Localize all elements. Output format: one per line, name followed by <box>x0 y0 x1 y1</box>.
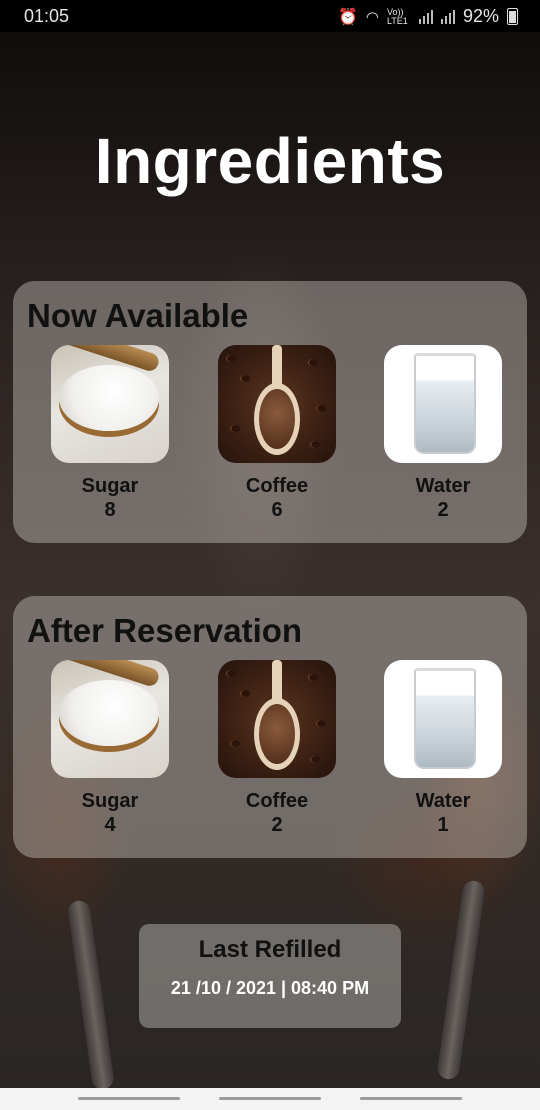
now-available-panel: Now Available Sugar 8 Coffee 6 Water 2 <box>13 281 527 543</box>
water-image <box>384 345 502 463</box>
page-title: Ingredients <box>94 125 446 197</box>
ingredient-coffee[interactable]: Coffee 6 <box>218 345 336 522</box>
ingredient-label: Sugar <box>81 790 139 812</box>
water-image <box>384 660 502 778</box>
ingredient-label: Water <box>415 475 471 497</box>
recent-apps-button[interactable] <box>78 1097 180 1100</box>
ingredient-count: 4 <box>104 814 116 836</box>
status-bar: 01:05 ⏰ ◠ Vo)) LTE1 92% <box>0 0 540 32</box>
last-refilled-title: Last Refilled <box>198 936 342 963</box>
sugar-image <box>51 660 169 778</box>
ingredient-label: Water <box>415 790 471 812</box>
signal-icon <box>418 9 433 24</box>
lte-label: Vo)) LTE1 <box>386 6 408 26</box>
home-button[interactable] <box>219 1097 321 1100</box>
battery-icon <box>507 8 518 25</box>
panel-title: After Reservation <box>27 612 303 649</box>
ingredient-label: Coffee <box>245 475 309 497</box>
ingredient-count: 6 <box>271 499 283 521</box>
coffee-image <box>218 345 336 463</box>
status-time: 01:05 <box>24 6 70 26</box>
ingredient-count: 2 <box>437 499 449 521</box>
ingredient-sugar[interactable]: Sugar 8 <box>51 345 169 522</box>
last-refilled-date: 21 /10 / 2021 | 08:40 PM <box>170 978 370 998</box>
ingredient-label: Coffee <box>245 790 309 812</box>
panel-title: Now Available <box>27 297 249 334</box>
ingredient-coffee[interactable]: Coffee 2 <box>218 660 336 837</box>
after-reservation-panel: After Reservation Sugar 4 Coffee 2 Water… <box>13 596 527 858</box>
ingredient-sugar[interactable]: Sugar 4 <box>51 660 169 837</box>
alarm-icon: ⏰ <box>337 8 358 26</box>
ingredient-water[interactable]: Water 2 <box>384 345 502 522</box>
wifi-icon: ◠ <box>365 8 379 26</box>
ingredient-count: 1 <box>437 814 449 836</box>
ingredient-count: 8 <box>104 499 116 521</box>
ingredient-count: 2 <box>271 814 283 836</box>
battery-percent: 92% <box>462 6 499 26</box>
last-refilled-card: Last Refilled 21 /10 / 2021 | 08:40 PM <box>139 924 401 1028</box>
status-icons: ⏰ ◠ Vo)) LTE1 92% <box>338 6 518 27</box>
back-button[interactable] <box>360 1097 462 1100</box>
ingredient-label: Sugar <box>81 475 139 497</box>
navigation-bar <box>0 1088 540 1110</box>
signal-icon-2 <box>440 9 455 24</box>
ingredient-water[interactable]: Water 1 <box>384 660 502 837</box>
sugar-image <box>51 345 169 463</box>
coffee-image <box>218 660 336 778</box>
